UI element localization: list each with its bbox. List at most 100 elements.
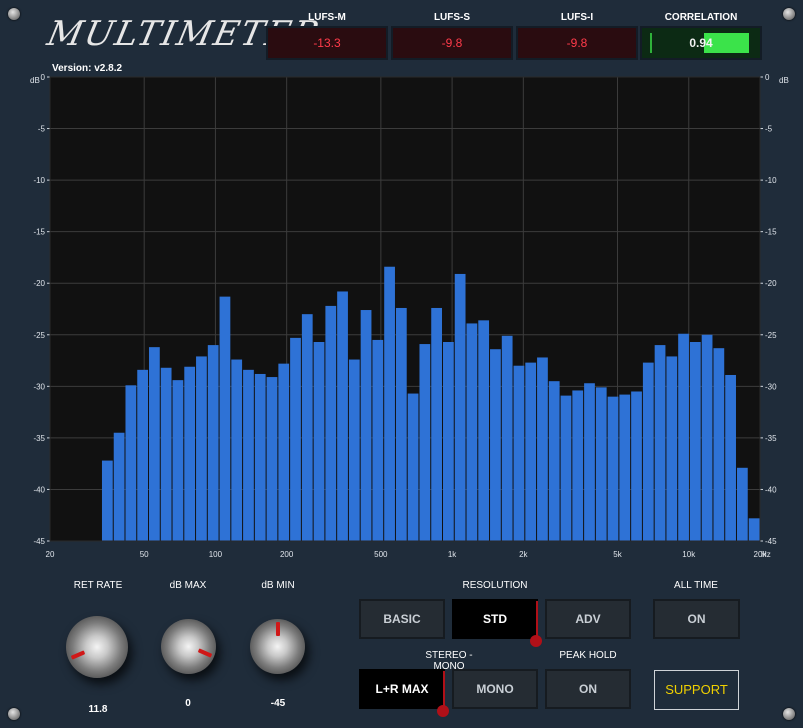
- spectrum-bar: [548, 381, 560, 541]
- spectrum-bar: [666, 356, 678, 541]
- y-tick-label-right: -35: [765, 434, 777, 443]
- y-tick-label-left: -15: [33, 228, 45, 237]
- stereo-lr-max-label: L+R MAX: [375, 682, 429, 696]
- spectrum-bar: [254, 373, 266, 541]
- y-tick-label-right: -15: [765, 228, 777, 237]
- support-button[interactable]: SUPPORT: [654, 670, 739, 710]
- knob-value-db-max: 0: [185, 698, 191, 709]
- resolution-label: RESOLUTION: [462, 580, 528, 591]
- mono-button[interactable]: MONO: [452, 669, 538, 709]
- resolution-adv-button[interactable]: ADV: [545, 599, 631, 639]
- db-max-knob[interactable]: [161, 619, 216, 674]
- spectrum-bar: [501, 335, 513, 541]
- spectrum-bar: [584, 383, 595, 541]
- ret-rate-knob[interactable]: [66, 616, 128, 678]
- selection-dot: [437, 705, 449, 717]
- peak-hold-label: PEAK HOLD: [559, 650, 617, 661]
- knob-label-db-max: dB MAX: [169, 580, 207, 591]
- knob-indicator: [275, 622, 280, 636]
- spectrum-bar: [290, 337, 301, 541]
- peak-hold-button[interactable]: ON: [545, 669, 631, 709]
- y-tick-label-right: -25: [765, 331, 777, 340]
- spectrum-bar: [360, 310, 372, 541]
- spectrum-bar: [736, 467, 748, 541]
- spectrum-bar: [713, 348, 725, 541]
- spectrum-bar: [466, 323, 478, 541]
- spectrum-bar: [196, 356, 207, 541]
- y-tick-label-right: -20: [765, 279, 777, 288]
- spectrum-bar: [137, 369, 149, 541]
- selection-dot: [530, 635, 542, 647]
- spectrum-bar: [231, 359, 243, 541]
- x-tick-label: 500: [374, 550, 388, 559]
- all-time-button[interactable]: ON: [653, 599, 740, 639]
- spectrum-bar: [219, 296, 231, 541]
- y-tick-label-right: -5: [765, 125, 773, 134]
- spectrum-bar: [419, 344, 431, 541]
- spectrum-bar: [184, 366, 196, 541]
- y-tick-label-right: -30: [765, 382, 777, 391]
- spectrum-chart: 0 0 -5 -5 -10 -10 -15 -15 -20 -20 -25 -25 -30 -30 -35 -…: [33, 73, 777, 559]
- spectrum-bar: [125, 385, 137, 541]
- knob-indicator: [70, 650, 85, 660]
- y-tick-label-right: -45: [765, 537, 777, 546]
- spectrum-bar: [607, 396, 619, 541]
- spectrum-bar: [172, 380, 184, 541]
- spectrum-bar: [101, 460, 113, 541]
- x-tick-label: 5k: [613, 550, 622, 559]
- y-tick-label-left: -20: [33, 279, 45, 288]
- y-tick-label-right: 0: [765, 73, 770, 82]
- spectrum-bar: [313, 341, 325, 541]
- resolution-basic-button[interactable]: BASIC: [359, 599, 445, 639]
- knob-label-ret-rate: RET RATE: [73, 580, 123, 591]
- spectrum-bar: [525, 362, 537, 541]
- y-tick-label-left: -40: [33, 485, 45, 494]
- screw-bottom-left: [8, 708, 20, 720]
- x-tick-label: 10k: [682, 550, 696, 559]
- spectrum-bar: [395, 307, 407, 541]
- spectrum-bar: [384, 266, 395, 541]
- stereo-lr-max-button[interactable]: L+R MAX: [359, 669, 449, 717]
- x-unit-label: Hz: [761, 550, 771, 559]
- spectrum-bar: [654, 345, 666, 541]
- y-tick-label-left: -30: [33, 382, 45, 391]
- spectrum-bar: [631, 391, 642, 541]
- spectrum-bar: [266, 377, 278, 541]
- knob-indicator: [197, 648, 212, 659]
- resolution-std-label: STD: [483, 612, 507, 626]
- db-min-knob[interactable]: [250, 619, 305, 674]
- spectrum-bar: [337, 291, 348, 541]
- resolution-std-button[interactable]: STD: [452, 599, 542, 647]
- spectrum-bar: [560, 395, 572, 541]
- spectrum-bar: [678, 333, 689, 541]
- spectrum-bar: [478, 320, 490, 541]
- spectrum-bar: [725, 374, 736, 541]
- y-tick-label-left: -25: [33, 331, 45, 340]
- spectrum-bar: [278, 363, 290, 541]
- x-tick-label: 50: [140, 550, 149, 559]
- x-tick-label: 20: [46, 550, 55, 559]
- spectrum-bar: [160, 367, 172, 541]
- screw-bottom-right: [783, 708, 795, 720]
- x-tick-label: 100: [209, 550, 223, 559]
- spectrum-bar: [442, 341, 454, 541]
- spectrum-bar: [490, 349, 501, 541]
- x-tick-label: 2k: [519, 550, 528, 559]
- y-tick-label-left: -5: [38, 125, 46, 134]
- spectrum-bar: [595, 387, 607, 541]
- knob-value-db-min: -45: [270, 698, 286, 709]
- x-tick-label: 1k: [448, 550, 457, 559]
- selection-edge: [536, 601, 538, 637]
- spectrum-bar: [113, 432, 125, 541]
- spectrum-bar: [537, 357, 548, 541]
- spectrum-bar: [619, 394, 631, 541]
- knob-value-ret-rate: 11.8: [88, 704, 108, 715]
- spectrum-bar: [701, 334, 713, 541]
- selection-edge: [443, 671, 445, 707]
- y-tick-label-left: -10: [33, 176, 45, 185]
- spectrum-bar: [372, 339, 384, 541]
- spectrum-bar: [348, 359, 360, 541]
- spectrum-bar: [243, 369, 254, 541]
- y-tick-label-left: 0: [41, 73, 46, 82]
- y-tick-label-right: -10: [765, 176, 777, 185]
